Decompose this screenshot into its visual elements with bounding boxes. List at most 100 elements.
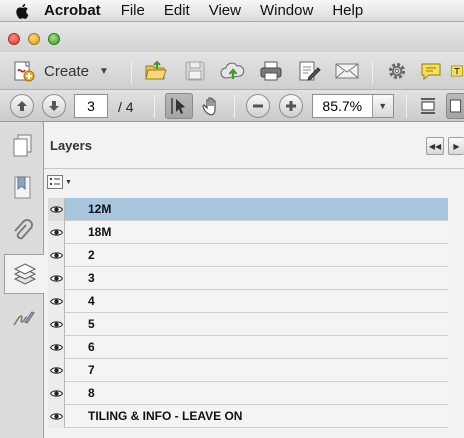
page-number-input[interactable]: 3 xyxy=(74,94,108,118)
chevron-right-icon: ▶ xyxy=(453,141,460,151)
select-tool-button[interactable] xyxy=(165,93,193,119)
zoom-window-button[interactable] xyxy=(48,33,60,45)
toolbar-separator xyxy=(406,94,407,118)
arrow-up-icon xyxy=(17,101,27,111)
panel-title: Layers xyxy=(50,138,92,153)
edit-button[interactable] xyxy=(296,58,322,84)
typewriter-button[interactable] xyxy=(450,58,464,84)
page-total: / 4 xyxy=(118,99,134,115)
text-tool-icon xyxy=(450,65,464,77)
fit-page-button[interactable] xyxy=(414,93,442,119)
visibility-toggle[interactable] xyxy=(48,197,65,221)
visibility-toggle[interactable] xyxy=(48,404,65,428)
zoom-value: 85.7% xyxy=(322,98,363,114)
email-button[interactable] xyxy=(334,58,360,84)
comment-bubble-icon xyxy=(421,63,441,81)
apple-icon[interactable] xyxy=(14,2,32,20)
collapse-panel-button[interactable]: ◀◀ xyxy=(426,137,444,155)
page-thumbnails-button[interactable] xyxy=(4,126,42,166)
fit-page-icon xyxy=(421,98,435,114)
menu-view[interactable]: View xyxy=(209,2,241,19)
visibility-toggle[interactable] xyxy=(48,220,65,244)
navigation-toolbar: 3 / 4 85.7% ▼ xyxy=(0,90,464,122)
chevron-down-icon: ▼ xyxy=(65,178,72,186)
zoom-out-button[interactable] xyxy=(246,94,270,118)
settings-button[interactable] xyxy=(384,58,410,84)
layer-row[interactable]: 6 xyxy=(48,335,448,359)
toolbar-separator xyxy=(234,94,235,118)
layer-row[interactable]: 8 xyxy=(48,381,448,405)
menu-app-name[interactable]: Acrobat xyxy=(44,2,101,19)
bookmark-icon xyxy=(14,176,31,199)
create-label: Create xyxy=(44,62,90,80)
eye-icon xyxy=(49,205,63,213)
bookmarks-button[interactable] xyxy=(4,168,42,208)
layer-name: 4 xyxy=(88,294,95,308)
fit-width-button[interactable] xyxy=(446,93,464,119)
upload-cloud-button[interactable] xyxy=(220,58,246,84)
menu-help[interactable]: Help xyxy=(332,2,363,19)
printer-icon xyxy=(260,61,282,81)
signatures-button[interactable] xyxy=(4,298,42,338)
envelope-icon xyxy=(335,63,359,79)
open-button[interactable] xyxy=(143,58,169,84)
layers-panel-header: Layers ◀◀ ▶ xyxy=(44,122,464,168)
print-button[interactable] xyxy=(258,58,284,84)
visibility-toggle[interactable] xyxy=(48,266,65,290)
panel-next-button[interactable]: ▶ xyxy=(448,137,464,155)
minus-icon xyxy=(253,104,263,108)
gear-icon xyxy=(389,63,405,79)
visibility-toggle[interactable] xyxy=(48,312,65,336)
layers-icon xyxy=(13,263,37,285)
eye-icon xyxy=(49,297,63,305)
visibility-toggle[interactable] xyxy=(48,381,65,405)
cursor-select-icon xyxy=(171,98,185,114)
save-button[interactable] xyxy=(182,58,208,84)
layer-row[interactable]: TILING & INFO - LEAVE ON xyxy=(48,404,448,428)
layer-name: 5 xyxy=(88,317,95,331)
previous-page-button[interactable] xyxy=(10,94,34,118)
plus-icon xyxy=(286,101,296,111)
layer-options-button[interactable]: ▼ xyxy=(47,173,73,191)
paperclip-icon xyxy=(14,219,33,240)
visibility-toggle[interactable] xyxy=(48,358,65,382)
menu-edit[interactable]: Edit xyxy=(164,2,190,19)
layer-row[interactable]: 18M xyxy=(48,220,448,244)
layer-row[interactable]: 12M xyxy=(48,197,448,221)
layers-button[interactable] xyxy=(4,254,45,294)
zoom-in-button[interactable] xyxy=(279,94,303,118)
visibility-toggle[interactable] xyxy=(48,243,65,267)
visibility-toggle[interactable] xyxy=(48,335,65,359)
eye-icon xyxy=(49,228,63,236)
layer-name: 2 xyxy=(88,248,95,262)
visibility-toggle[interactable] xyxy=(48,289,65,313)
layer-row[interactable]: 5 xyxy=(48,312,448,336)
window-title-bar xyxy=(0,22,464,52)
create-pdf-icon xyxy=(14,61,35,82)
comment-button[interactable] xyxy=(418,58,444,84)
menu-file[interactable]: File xyxy=(121,2,145,19)
create-button[interactable]: Create ▼ xyxy=(12,58,109,84)
arrow-down-icon xyxy=(49,101,59,111)
menu-window[interactable]: Window xyxy=(260,2,313,19)
eye-icon xyxy=(49,366,63,374)
layer-row[interactable]: 2 xyxy=(48,243,448,267)
chevron-down-icon: ▼ xyxy=(99,65,109,77)
layer-name: 7 xyxy=(88,363,95,377)
layer-row[interactable]: 7 xyxy=(48,358,448,382)
hand-tool-button[interactable] xyxy=(197,93,225,119)
close-window-button[interactable] xyxy=(8,33,20,45)
main-toolbar: Create ▼ xyxy=(0,52,464,90)
attachments-button[interactable] xyxy=(4,212,42,252)
layer-row[interactable]: 4 xyxy=(48,289,448,313)
zoom-level-select[interactable]: 85.7% ▼ xyxy=(312,94,394,118)
hand-icon xyxy=(202,97,216,116)
page-thumbnails-icon xyxy=(13,134,32,157)
minimize-window-button[interactable] xyxy=(28,33,40,45)
edit-document-icon xyxy=(299,61,321,81)
chevron-down-icon[interactable]: ▼ xyxy=(371,95,393,117)
next-page-button[interactable] xyxy=(42,94,66,118)
panel-divider xyxy=(44,168,464,169)
toolbar-separator xyxy=(131,60,132,84)
layer-row[interactable]: 3 xyxy=(48,266,448,290)
